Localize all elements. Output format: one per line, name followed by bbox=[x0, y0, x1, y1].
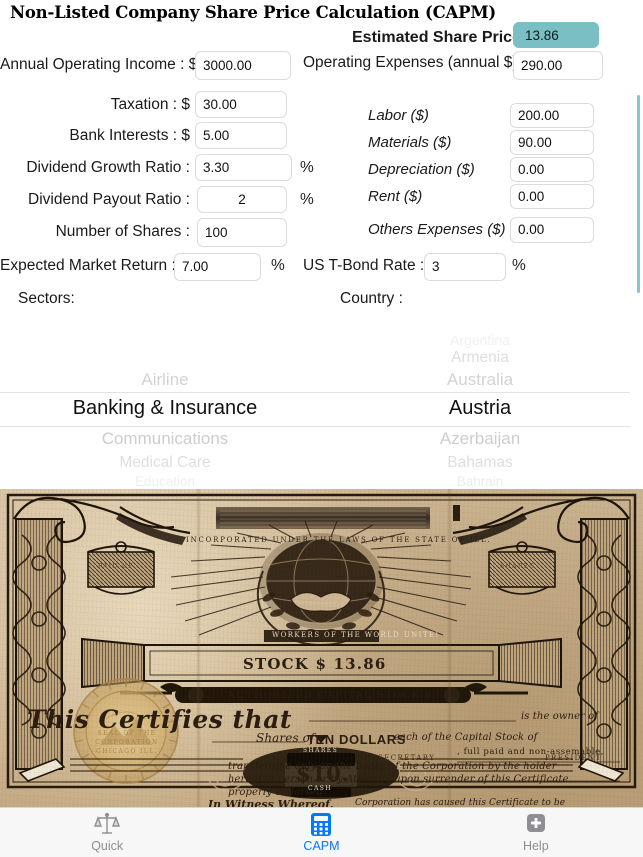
input-rent[interactable]: 0.00 bbox=[510, 184, 594, 209]
cert-left-cartouche: PAID UP bbox=[98, 563, 134, 570]
input-others-expenses[interactable]: 0.00 bbox=[510, 217, 594, 243]
tab-capm-label: CAPM bbox=[303, 839, 340, 853]
cert-authorized-capital: AUTHORIZED CAPITAL STOCK $ bbox=[228, 690, 433, 701]
percent-dividend-payout-ratio: % bbox=[300, 191, 314, 208]
sectors-label: Sectors: bbox=[18, 290, 75, 307]
label-rent: Rent ($) bbox=[368, 188, 423, 205]
sector-option-medical-care[interactable]: Medical Care bbox=[0, 454, 330, 472]
input-operating-expenses[interactable]: 290.00 bbox=[513, 51, 603, 80]
country-picker[interactable]: Argentina Armenia Australia Austria Azer… bbox=[330, 308, 630, 486]
cert-body-line2: hereof in person or by Attorney upon sur… bbox=[228, 774, 569, 785]
country-option-azerbaijan[interactable]: Azerbaijan bbox=[330, 429, 630, 449]
tab-help-label: Help bbox=[522, 839, 549, 853]
calculator-icon bbox=[309, 812, 333, 837]
cert-incorporated-line: INCORPORATED UNDER THE LAWS OF THE STATE… bbox=[186, 536, 492, 544]
cert-stock-line: STOCK $ 13.86 bbox=[243, 655, 387, 673]
input-materials[interactable]: 90.00 bbox=[510, 130, 594, 155]
cert-share-word: Shares of bbox=[256, 731, 315, 745]
sector-option-communications[interactable]: Communications bbox=[0, 429, 330, 449]
country-option-australia[interactable]: Australia bbox=[330, 370, 630, 390]
input-dividend-growth-ratio[interactable]: 3.30 bbox=[195, 154, 292, 181]
input-taxation[interactable]: 30.00 bbox=[195, 91, 287, 118]
cert-witness: In Witness Whereof, bbox=[208, 798, 334, 807]
scales-icon bbox=[94, 812, 121, 837]
estimated-share-price-value: 13.86 bbox=[513, 22, 599, 48]
label-taxation: Taxation : $ bbox=[110, 96, 190, 113]
percent-expected-market-return: % bbox=[271, 257, 285, 274]
plus-icon bbox=[524, 812, 548, 837]
label-materials: Materials ($) bbox=[368, 134, 452, 151]
input-expected-market-return[interactable]: 7.00 bbox=[174, 253, 261, 281]
estimated-share-price-label: Estimated Share Price bbox=[352, 29, 521, 46]
tab-quick-label: Quick bbox=[91, 839, 124, 853]
country-option-argentina[interactable]: Argentina bbox=[330, 332, 630, 348]
cert-president-label: PRESIDENT bbox=[545, 754, 602, 762]
label-labor: Labor ($) bbox=[368, 107, 429, 124]
percent-us-tbond-rate: % bbox=[512, 257, 526, 274]
country-option-bahamas[interactable]: Bahamas bbox=[330, 454, 630, 472]
page-title: Non-Listed Company Share Price Calculati… bbox=[10, 3, 496, 22]
sector-picker[interactable]: Airline Banking & Insurance Communicatio… bbox=[0, 308, 330, 486]
label-others-expenses: Others Expenses ($) bbox=[368, 221, 506, 238]
cert-cash-tag: CASH bbox=[308, 785, 332, 792]
label-us-tbond-rate: US T-Bond Rate : bbox=[303, 257, 425, 274]
sector-option-education[interactable]: Education bbox=[0, 474, 330, 486]
label-number-of-shares: Number of Shares : bbox=[55, 223, 190, 240]
vertical-scrollbar[interactable] bbox=[637, 95, 640, 293]
input-dividend-payout-ratio[interactable]: 2 bbox=[197, 186, 287, 213]
sector-band-top bbox=[0, 392, 330, 393]
input-annual-operating-income[interactable]: 3000.00 bbox=[195, 51, 291, 80]
cert-secretary-label: SECRETARY bbox=[378, 754, 436, 762]
tab-bar: Quick CAPM Help bbox=[0, 807, 643, 857]
cert-motto: WORKERS OF THE WORLD UNITE! bbox=[272, 631, 440, 639]
cert-seal-text: SEAL OF THE CORPORATION CHICAGO ILL. bbox=[95, 730, 159, 755]
cert-denomination: TEN DOLLARS bbox=[307, 732, 407, 747]
label-dividend-payout-ratio: Dividend Payout Ratio : bbox=[28, 191, 190, 208]
label-bank-interests: Bank Interests : $ bbox=[69, 127, 190, 144]
cert-owner-of: is the owner of bbox=[521, 711, 599, 722]
input-number-of-shares[interactable]: 100 bbox=[197, 218, 287, 247]
input-labor[interactable]: 200.00 bbox=[510, 103, 594, 128]
input-us-tbond-rate[interactable]: 3 bbox=[424, 253, 506, 281]
percent-dividend-growth-ratio: % bbox=[300, 159, 314, 176]
cert-shares-tag: SHARES bbox=[303, 747, 339, 754]
label-annual-operating-income: Annual Operating Income : $ bbox=[0, 56, 198, 73]
cert-right-cartouche: SHARES bbox=[500, 563, 536, 570]
cert-body-line1: transferable only on the books of the Co… bbox=[228, 761, 557, 772]
sector-option-banking-insurance[interactable]: Banking & Insurance bbox=[0, 397, 330, 420]
capm-screen: Non-Listed Company Share Price Calculati… bbox=[0, 0, 643, 857]
sector-option-airline[interactable]: Airline bbox=[0, 370, 330, 390]
tab-quick[interactable]: Quick bbox=[0, 808, 214, 857]
stock-certificate-image: INCORPORATED UNDER THE LAWS OF THE STATE… bbox=[0, 489, 643, 807]
label-depreciation: Depreciation ($) bbox=[368, 161, 475, 178]
country-label: Country : bbox=[340, 290, 403, 307]
input-depreciation[interactable]: 0.00 bbox=[510, 157, 594, 182]
label-operating-expenses: Operating Expenses (annual $) : bbox=[303, 54, 527, 71]
cert-badge-value: $10. bbox=[296, 761, 350, 786]
label-dividend-growth-ratio: Dividend Growth Ratio : bbox=[26, 159, 190, 176]
tab-help[interactable]: Help bbox=[429, 808, 643, 857]
tab-capm[interactable]: CAPM bbox=[214, 808, 428, 857]
input-bank-interests[interactable]: 5.00 bbox=[195, 122, 287, 149]
cert-each-capital: each of the Capital Stock of bbox=[394, 732, 538, 743]
country-option-armenia[interactable]: Armenia bbox=[330, 349, 630, 367]
country-band-top bbox=[330, 392, 630, 393]
cert-witness-tail: Corporation has caused this Certificate … bbox=[355, 798, 566, 807]
sector-band-bottom bbox=[0, 426, 330, 427]
label-expected-market-return: Expected Market Return : bbox=[0, 257, 176, 274]
country-option-austria[interactable]: Austria bbox=[330, 397, 630, 420]
country-band-bottom bbox=[330, 426, 630, 427]
country-option-bahrain[interactable]: Bahrain bbox=[330, 474, 630, 486]
